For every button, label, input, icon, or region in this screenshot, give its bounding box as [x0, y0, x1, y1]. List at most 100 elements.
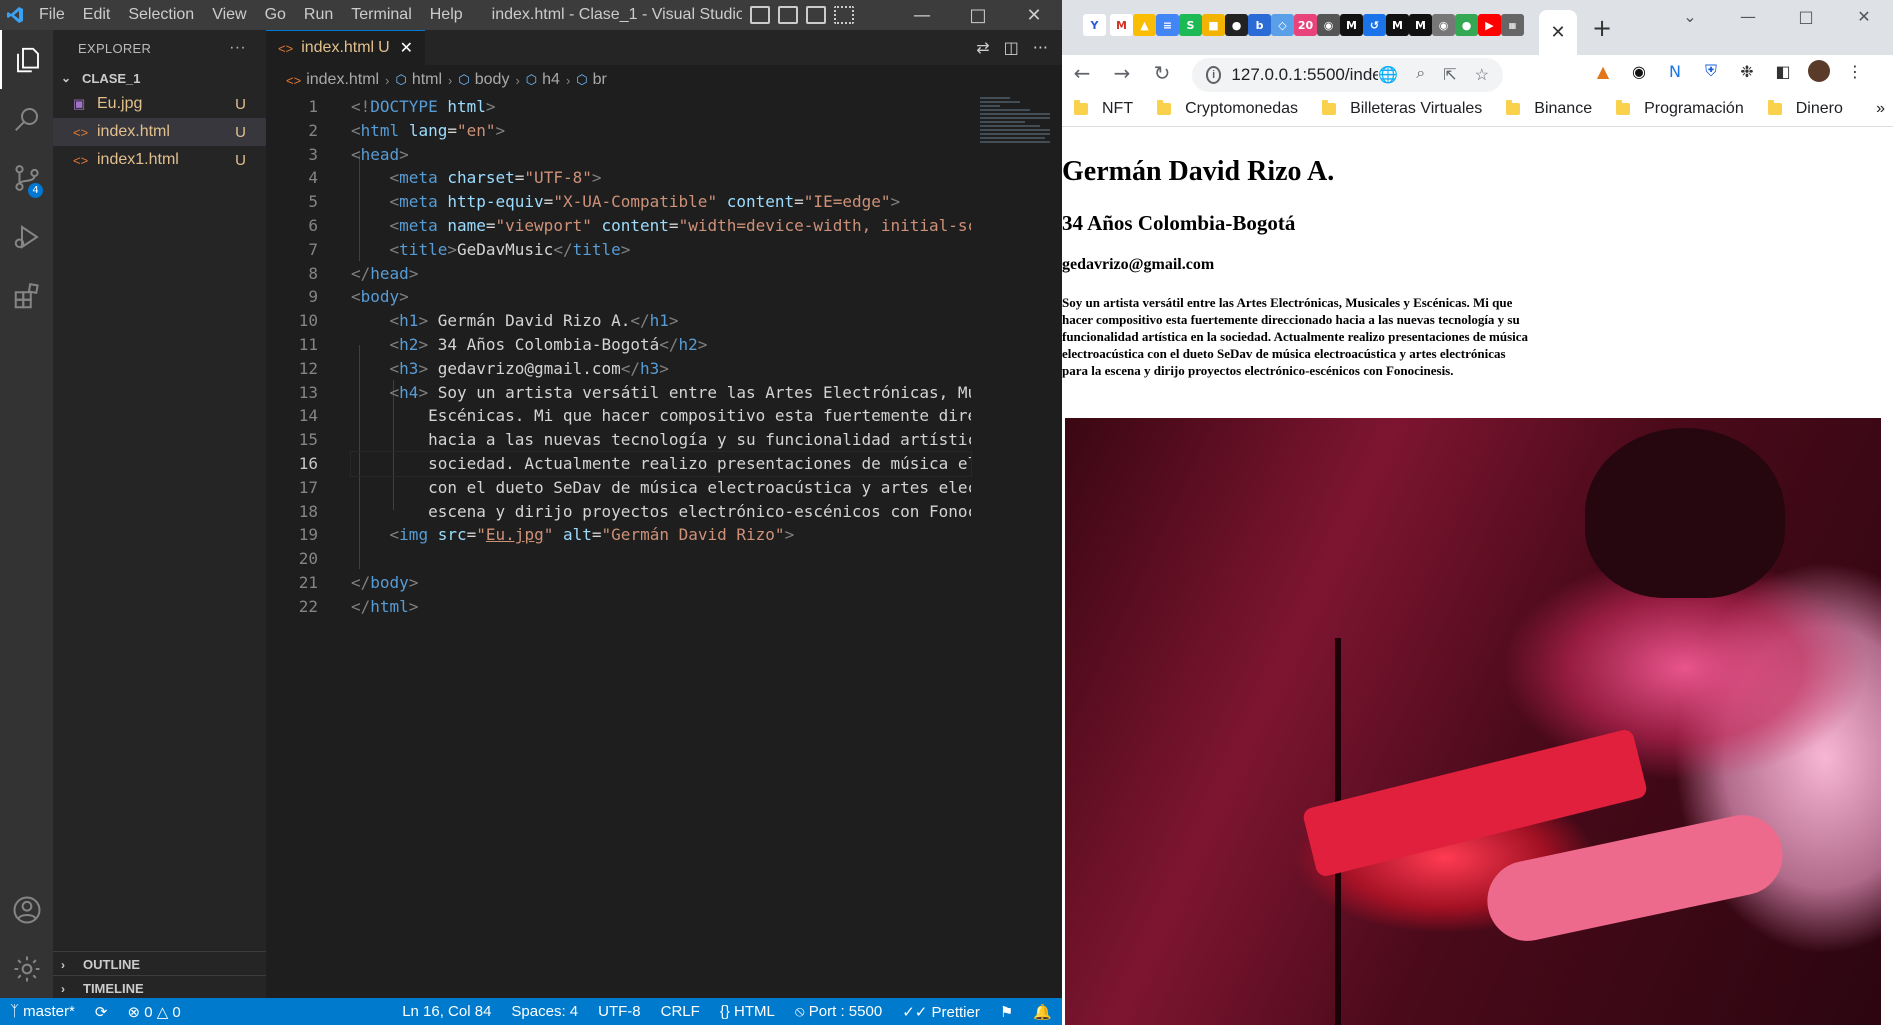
reload-icon[interactable]: ↻	[1142, 61, 1182, 85]
end-of-line[interactable]: CRLF	[651, 1003, 710, 1021]
tab-favicon-icon[interactable]: ◉	[1317, 14, 1340, 36]
tab-favicon-icon[interactable]: ▦	[1501, 14, 1524, 36]
tab-favicon-icon[interactable]: Y	[1083, 14, 1106, 36]
encoding[interactable]: UTF-8	[588, 1003, 651, 1021]
breadcrumb-item[interactable]: ⬡ h4	[526, 71, 560, 89]
chrome-menu-icon[interactable]: ⋮	[1844, 60, 1866, 82]
breadcrumb-item[interactable]: ⬡ br	[576, 71, 607, 89]
menu-run[interactable]: Run	[295, 0, 342, 30]
active-tab[interactable]: ✕	[1539, 10, 1577, 55]
menu-file[interactable]: File	[30, 0, 74, 30]
side-panel-icon[interactable]: ◧	[1772, 60, 1794, 82]
close-tab-icon[interactable]: ✕	[400, 38, 413, 58]
code-editor[interactable]: 1 <!DOCTYPE html> 2 <html lang="en"> 3 <hea…	[266, 95, 972, 619]
more-actions-icon[interactable]: ···	[229, 39, 246, 57]
sync-icon[interactable]: ⟳	[85, 1003, 118, 1021]
metamask-extension-icon[interactable]: ▲	[1592, 60, 1614, 82]
close-window-button[interactable]: ✕	[1006, 0, 1062, 30]
bookmark-folder[interactable]: Cryptomonedas	[1157, 99, 1298, 118]
tab-favicon-icon[interactable]: ↺	[1363, 14, 1386, 36]
docs-tab-icon[interactable]: ≡	[1156, 14, 1179, 36]
settings-gear-icon[interactable]	[0, 939, 53, 998]
notifications-bell-icon[interactable]: 🔔	[1023, 1003, 1062, 1021]
tab-index-html[interactable]: <> index.html U ✕	[266, 30, 426, 65]
tab-favicon-icon[interactable]: ●	[1225, 14, 1248, 36]
drive-tab-icon[interactable]: ▲	[1133, 14, 1156, 36]
extension-icon[interactable]: ◉	[1628, 60, 1650, 82]
accounts-icon[interactable]	[0, 880, 53, 939]
run-debug-icon[interactable]	[0, 207, 53, 266]
new-tab-button[interactable]: +	[1592, 14, 1612, 42]
file-eu-jpg[interactable]: ▣ Eu.jpg U	[53, 90, 266, 118]
extensions-icon[interactable]	[0, 266, 53, 325]
menu-edit[interactable]: Edit	[74, 0, 120, 30]
close-window-button[interactable]: ✕	[1835, 0, 1893, 32]
extensions-puzzle-icon[interactable]: ❉	[1736, 60, 1758, 82]
more-actions-icon[interactable]: ···	[1033, 38, 1048, 57]
address-bar[interactable]: i 127.0.0.1:5500/index.... 🌐 ⌕ ⇱ ☆	[1192, 58, 1503, 92]
close-tab-icon[interactable]: ✕	[1550, 22, 1565, 43]
bookmark-folder[interactable]: NFT	[1074, 99, 1133, 118]
youtube-tab-icon[interactable]: ▶	[1478, 14, 1501, 36]
medium-tab-icon[interactable]: M	[1340, 14, 1363, 36]
maximize-button[interactable]: □	[950, 0, 1006, 30]
bitwarden-extension-icon[interactable]: ⛨	[1700, 60, 1722, 82]
language-mode[interactable]: {} HTML	[710, 1003, 785, 1021]
maximize-button[interactable]: □	[1777, 0, 1835, 32]
translate-icon[interactable]: 🌐	[1378, 65, 1398, 85]
toggle-sidebar-icon[interactable]	[749, 6, 770, 24]
bookmark-folder[interactable]: Binance	[1506, 99, 1592, 118]
problems-indicator[interactable]: ⊗ 0 △ 0	[117, 1003, 190, 1021]
customize-layout-icon[interactable]	[833, 6, 854, 24]
breadcrumb-item[interactable]: ⬡ body	[458, 71, 509, 89]
folder-clase-1[interactable]: ⌄ CLASE_1	[53, 66, 266, 90]
gmail-tab-icon[interactable]: M	[1110, 14, 1133, 36]
explorer-icon[interactable]	[0, 30, 53, 89]
feedback-icon[interactable]: ⚑	[990, 1003, 1023, 1021]
site-info-icon[interactable]: i	[1206, 66, 1222, 84]
tab-favicon-icon[interactable]: ◇	[1271, 14, 1294, 36]
bookmark-folder[interactable]: Billeteras Virtuales	[1322, 99, 1482, 118]
cursor-position[interactable]: Ln 16, Col 84	[392, 1003, 501, 1021]
toggle-secondary-sidebar-icon[interactable]	[805, 6, 826, 24]
tab-favicon-icon[interactable]: 20	[1294, 14, 1317, 36]
live-server-port[interactable]: ⦸ Port : 5500	[785, 1003, 892, 1021]
menu-help[interactable]: Help	[421, 0, 472, 30]
extension-icon[interactable]: N	[1664, 60, 1686, 82]
tab-favicon-icon[interactable]: ■	[1202, 14, 1225, 36]
forward-arrow-icon[interactable]: →	[1102, 61, 1142, 85]
bookmark-folder[interactable]: Dinero	[1767, 99, 1843, 118]
menu-terminal[interactable]: Terminal	[342, 0, 420, 30]
medium-tab-icon[interactable]: M	[1386, 14, 1409, 36]
search-icon[interactable]	[0, 89, 53, 148]
minimize-button[interactable]: —	[1719, 0, 1777, 32]
git-branch[interactable]: ᛉ master*	[0, 1003, 85, 1020]
toggle-panel-icon[interactable]	[777, 6, 798, 24]
split-editor-icon[interactable]: ◫	[1004, 38, 1019, 57]
file-index-html[interactable]: <> index.html U	[53, 118, 266, 146]
share-icon[interactable]: ⇱	[1443, 65, 1456, 85]
back-arrow-icon[interactable]: ←	[1062, 61, 1102, 85]
file-index1-html[interactable]: <> index1.html U	[53, 146, 266, 174]
indentation[interactable]: Spaces: 4	[501, 1003, 588, 1021]
breadcrumb-item[interactable]: <> index.html	[286, 71, 379, 89]
open-changes-icon[interactable]: ⇄	[976, 38, 989, 57]
tab-favicon-icon[interactable]: ◉	[1432, 14, 1455, 36]
outline-panel-header[interactable]: › OUTLINE	[53, 951, 266, 977]
maps-tab-icon[interactable]: ●	[1455, 14, 1478, 36]
profile-avatar[interactable]	[1808, 60, 1830, 82]
source-control-icon[interactable]: 4	[0, 148, 53, 207]
spotify-tab-icon[interactable]: S	[1179, 14, 1202, 36]
breadcrumb-item[interactable]: ⬡ html	[395, 71, 442, 89]
prettier-status[interactable]: ✓✓ Prettier	[892, 1003, 990, 1021]
bookmark-star-icon[interactable]: ☆	[1475, 65, 1489, 85]
menu-view[interactable]: View	[203, 0, 255, 30]
menu-go[interactable]: Go	[256, 0, 295, 30]
minimap[interactable]	[974, 95, 1062, 155]
minimize-button[interactable]: —	[894, 0, 950, 30]
tab-search-chevron-down-icon[interactable]: ⌄	[1661, 0, 1719, 32]
bookmark-folder[interactable]: Programación	[1616, 99, 1744, 118]
more-bookmarks-chevron-icon[interactable]: »	[1876, 100, 1885, 118]
zoom-icon[interactable]: ⌕	[1416, 65, 1425, 85]
menu-selection[interactable]: Selection	[119, 0, 203, 30]
